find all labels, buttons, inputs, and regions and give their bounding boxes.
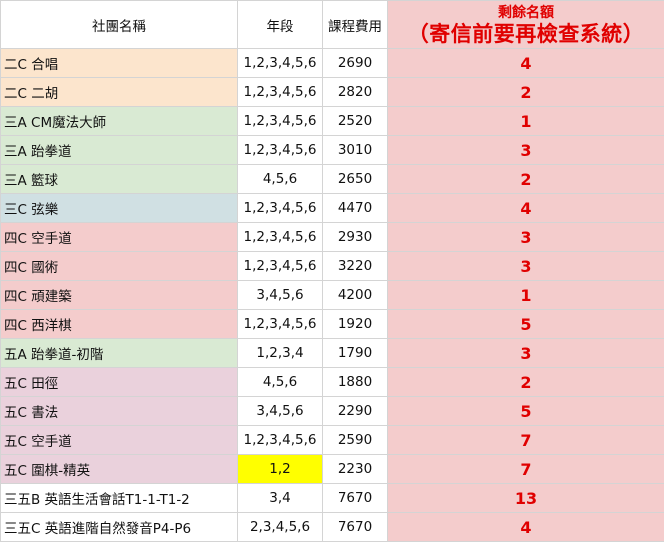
- table-row: 三A 跆拳道1,2,3,4,5,630103: [1, 136, 664, 165]
- cell-club-name[interactable]: 四C 空手道: [1, 223, 238, 252]
- table-row: 五C 空手道1,2,3,4,5,625907: [1, 426, 664, 455]
- table-row: 三五C 英語進階自然發音P4-P62,3,4,5,676704: [1, 513, 664, 542]
- table-row: 二C 二胡1,2,3,4,5,628202: [1, 78, 664, 107]
- cell-club-name[interactable]: 三A CM魔法大師: [1, 107, 238, 136]
- cell-club-name[interactable]: 五A 跆拳道-初階: [1, 339, 238, 368]
- header-fee[interactable]: 課程費用: [323, 1, 388, 49]
- cell-grade[interactable]: 4,5,6: [238, 368, 323, 397]
- cell-fee[interactable]: 2820: [323, 78, 388, 107]
- cell-club-name[interactable]: 五C 空手道: [1, 426, 238, 455]
- cell-club-name[interactable]: 五C 田徑: [1, 368, 238, 397]
- cell-remaining[interactable]: 13: [388, 484, 664, 513]
- cell-remaining[interactable]: 7: [388, 455, 664, 484]
- club-spreadsheet: 社團名稱 年段 課程費用 剩餘名額 （寄信前要再檢查系統） 二C 合唱1,2,3…: [0, 0, 664, 542]
- cell-grade[interactable]: 1,2,3,4,5,6: [238, 78, 323, 107]
- cell-club-name[interactable]: 五C 書法: [1, 397, 238, 426]
- cell-grade[interactable]: 1,2,3,4,5,6: [238, 194, 323, 223]
- cell-remaining[interactable]: 2: [388, 368, 664, 397]
- cell-club-name[interactable]: 四C 頑建築: [1, 281, 238, 310]
- cell-club-name[interactable]: 三五C 英語進階自然發音P4-P6: [1, 513, 238, 542]
- table-row: 三A CM魔法大師1,2,3,4,5,625201: [1, 107, 664, 136]
- cell-grade[interactable]: 1,2,3,4,5,6: [238, 223, 323, 252]
- cell-club-name[interactable]: 四C 國術: [1, 252, 238, 281]
- table-row: 二C 合唱1,2,3,4,5,626904: [1, 49, 664, 78]
- cell-fee[interactable]: 2690: [323, 49, 388, 78]
- cell-remaining[interactable]: 3: [388, 136, 664, 165]
- table-row: 三五B 英語生活會話T1-1-T1-23,4767013: [1, 484, 664, 513]
- cell-fee[interactable]: 7670: [323, 484, 388, 513]
- cell-fee[interactable]: 4470: [323, 194, 388, 223]
- cell-remaining[interactable]: 2: [388, 165, 664, 194]
- cell-grade[interactable]: 1,2,3,4,5,6: [238, 49, 323, 78]
- table-row: 四C 西洋棋1,2,3,4,5,619205: [1, 310, 664, 339]
- cell-club-name[interactable]: 三A 跆拳道: [1, 136, 238, 165]
- cell-remaining[interactable]: 4: [388, 194, 664, 223]
- cell-grade[interactable]: 3,4,5,6: [238, 281, 323, 310]
- cell-fee[interactable]: 2930: [323, 223, 388, 252]
- table-row: 五A 跆拳道-初階1,2,3,417903: [1, 339, 664, 368]
- cell-fee[interactable]: 2520: [323, 107, 388, 136]
- cell-grade[interactable]: 1,2: [238, 455, 323, 484]
- cell-grade[interactable]: 3,4: [238, 484, 323, 513]
- remaining-note: （寄信前要再檢查系統）: [388, 21, 664, 47]
- table-row: 五C 田徑4,5,618802: [1, 368, 664, 397]
- cell-club-name[interactable]: 三A 籃球: [1, 165, 238, 194]
- table-row: 三C 弦樂1,2,3,4,5,644704: [1, 194, 664, 223]
- cell-fee[interactable]: 1880: [323, 368, 388, 397]
- cell-fee[interactable]: 4200: [323, 281, 388, 310]
- cell-grade[interactable]: 1,2,3,4,5,6: [238, 310, 323, 339]
- cell-grade[interactable]: 4,5,6: [238, 165, 323, 194]
- table-row: 四C 國術1,2,3,4,5,632203: [1, 252, 664, 281]
- cell-grade[interactable]: 2,3,4,5,6: [238, 513, 323, 542]
- cell-grade[interactable]: 1,2,3,4,5,6: [238, 136, 323, 165]
- cell-club-name[interactable]: 四C 西洋棋: [1, 310, 238, 339]
- cell-fee[interactable]: 3010: [323, 136, 388, 165]
- table-row: 五C 書法3,4,5,622905: [1, 397, 664, 426]
- cell-grade[interactable]: 1,2,3,4,5,6: [238, 252, 323, 281]
- cell-club-name[interactable]: 五C 圍棋-精英: [1, 455, 238, 484]
- cell-club-name[interactable]: 二C 合唱: [1, 49, 238, 78]
- cell-grade[interactable]: 1,2,3,4,5,6: [238, 426, 323, 455]
- cell-fee[interactable]: 2230: [323, 455, 388, 484]
- cell-fee[interactable]: 3220: [323, 252, 388, 281]
- table-row: 五C 圍棋-精英1,222307: [1, 455, 664, 484]
- cell-remaining[interactable]: 4: [388, 49, 664, 78]
- cell-remaining[interactable]: 5: [388, 397, 664, 426]
- cell-grade[interactable]: 1,2,3,4: [238, 339, 323, 368]
- cell-remaining[interactable]: 2: [388, 78, 664, 107]
- cell-fee[interactable]: 2590: [323, 426, 388, 455]
- header-name[interactable]: 社團名稱: [1, 1, 238, 49]
- cell-remaining[interactable]: 3: [388, 223, 664, 252]
- cell-remaining[interactable]: 1: [388, 281, 664, 310]
- table-row: 四C 空手道1,2,3,4,5,629303: [1, 223, 664, 252]
- cell-fee[interactable]: 2650: [323, 165, 388, 194]
- table-row: 三A 籃球4,5,626502: [1, 165, 664, 194]
- cell-fee[interactable]: 7670: [323, 513, 388, 542]
- table-row: 四C 頑建築3,4,5,642001: [1, 281, 664, 310]
- cell-fee[interactable]: 1920: [323, 310, 388, 339]
- cell-remaining[interactable]: 5: [388, 310, 664, 339]
- cell-grade[interactable]: 3,4,5,6: [238, 397, 323, 426]
- cell-remaining[interactable]: 3: [388, 252, 664, 281]
- cell-remaining[interactable]: 1: [388, 107, 664, 136]
- cell-club-name[interactable]: 二C 二胡: [1, 78, 238, 107]
- cell-club-name[interactable]: 三C 弦樂: [1, 194, 238, 223]
- remaining-title: 剩餘名額: [388, 5, 664, 21]
- cell-fee[interactable]: 2290: [323, 397, 388, 426]
- cell-remaining[interactable]: 7: [388, 426, 664, 455]
- header-remaining[interactable]: 剩餘名額 （寄信前要再檢查系統）: [388, 1, 664, 49]
- cell-remaining[interactable]: 4: [388, 513, 664, 542]
- cell-club-name[interactable]: 三五B 英語生活會話T1-1-T1-2: [1, 484, 238, 513]
- cell-fee[interactable]: 1790: [323, 339, 388, 368]
- header-grade[interactable]: 年段: [238, 1, 323, 49]
- cell-remaining[interactable]: 3: [388, 339, 664, 368]
- club-rows: 二C 合唱1,2,3,4,5,626904二C 二胡1,2,3,4,5,6282…: [1, 49, 664, 542]
- header-row: 社團名稱 年段 課程費用 剩餘名額 （寄信前要再檢查系統）: [1, 1, 664, 49]
- cell-grade[interactable]: 1,2,3,4,5,6: [238, 107, 323, 136]
